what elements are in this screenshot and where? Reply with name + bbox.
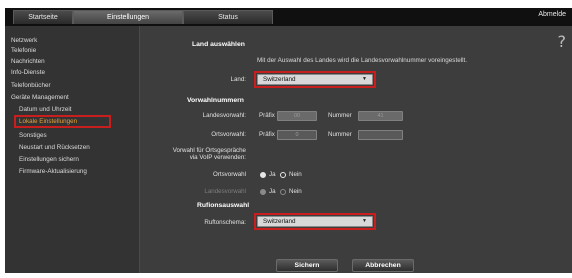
chevron-down-icon: ▼ (362, 76, 367, 82)
sidebar-item-sonstiges[interactable]: Sonstiges (19, 132, 47, 139)
ortsvorwahl-ja-label: Ja (269, 171, 276, 178)
sidebar-item-datum-uhrzeit[interactable]: Datum und Uhrzeit (19, 106, 72, 113)
landesvorwahl-ja-radio[interactable] (260, 189, 266, 195)
ortsvorwahl-field-label: Ortsvorwahl: (211, 131, 246, 138)
land-select-value: Switzerland (263, 76, 296, 83)
landesvorwahl-option-label: Landesvorwahl (204, 188, 246, 195)
sidebar: Netzwerk Telefonie Nachrichten Info-Dien… (5, 26, 140, 273)
help-icon[interactable]: ? (558, 32, 567, 51)
chevron-down-icon: ▼ (362, 218, 367, 224)
app-window: Startseite Einstellungen Status Abmelde … (5, 8, 572, 273)
sidebar-item-info-dienste[interactable]: Info-Dienste (11, 69, 45, 76)
ruftonschema-select-value: Switzerland (263, 218, 296, 225)
ruftonschema-label: Ruftonschema: (204, 219, 246, 226)
sidebar-item-lokale-einstellungen[interactable]: Lokale Einstellungen (19, 118, 77, 125)
landesvorwahl-ja-label: Ja (269, 188, 276, 195)
land-info-text: Mit der Auswahl des Landes wird die Land… (257, 57, 468, 64)
main-content: ? Land auswählen Mit der Auswahl des Lan… (140, 26, 572, 273)
sidebar-item-geraete-management[interactable]: Geräte Management (11, 94, 69, 101)
orts-nummer-label: Nummer (328, 131, 352, 138)
ruftonschema-select[interactable]: Switzerland ▼ (257, 216, 373, 227)
tab-startseite[interactable]: Startseite (13, 10, 73, 24)
ortsvorwahl-ja-radio[interactable] (260, 172, 266, 178)
page-frame: Startseite Einstellungen Status Abmelde … (0, 0, 572, 278)
landesvorwahl-label: Landesvorwahl: (202, 112, 246, 119)
sidebar-item-nachrichten[interactable]: Nachrichten (11, 58, 45, 65)
logout-link[interactable]: Abmelde (538, 11, 566, 18)
sidebar-item-telefonie[interactable]: Telefonie (11, 47, 36, 54)
save-button[interactable]: Sichern (276, 259, 338, 272)
tab-einstellungen[interactable]: Einstellungen (73, 10, 183, 24)
land-heading: Land auswählen (192, 41, 245, 48)
top-navigation-bar: Startseite Einstellungen Status Abmelde (5, 8, 572, 26)
sidebar-item-netzwerk[interactable]: Netzwerk (11, 37, 37, 44)
ortsvorwahl-nein-radio[interactable] (280, 172, 286, 178)
orts-praefix-input[interactable]: 0 (277, 130, 317, 140)
landesvorwahl-nein-radio[interactable] (280, 189, 286, 195)
sidebar-item-firmware[interactable]: Firmware-Aktualisierung (19, 168, 87, 175)
voip-label-line2: via VoIP verwenden: (189, 154, 246, 161)
sidebar-item-telefonbuecher[interactable]: Telefonbücher (11, 82, 51, 89)
rufton-heading: Rufionsauswahl (197, 202, 250, 209)
land-select[interactable]: Switzerland ▼ (257, 74, 373, 85)
vorwahl-heading: Vorwahlnummern (187, 97, 244, 104)
ortsvorwahl-option-label: Ortsvorwahl (212, 171, 246, 178)
landesvorwahl-nein-label: Nein (289, 188, 302, 195)
sidebar-item-einstellungen-sichern[interactable]: Einstellungen sichern (19, 156, 79, 163)
landes-nummer-input[interactable]: 41 (358, 111, 403, 121)
landes-praefix-input[interactable]: 00 (277, 111, 317, 121)
voip-label-line1: Vorwahl für Ortsgespräche (172, 147, 246, 154)
ortsvorwahl-nein-label: Nein (289, 171, 302, 178)
orts-praefix-label: Präfix (259, 131, 275, 138)
landes-nummer-label: Nummer (328, 112, 352, 119)
sidebar-item-neustart[interactable]: Neustart und Rücksetzen (19, 144, 90, 151)
orts-nummer-input[interactable] (358, 130, 403, 140)
tab-status[interactable]: Status (183, 10, 273, 24)
landes-praefix-label: Präfix (259, 112, 275, 119)
land-label: Land: (230, 76, 246, 83)
cancel-button[interactable]: Abbrechen (352, 259, 414, 272)
